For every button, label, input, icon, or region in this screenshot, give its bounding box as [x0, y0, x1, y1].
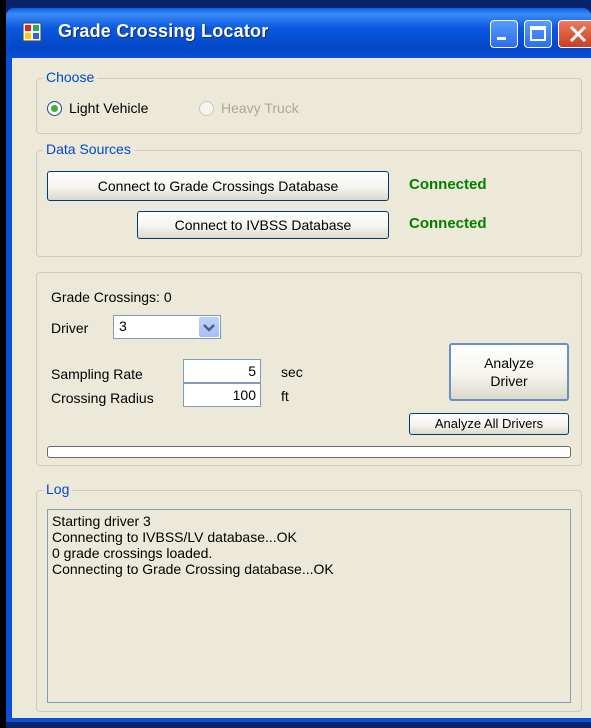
title-bar[interactable]: Grade Crossing Locator — [6, 8, 591, 58]
analyze-driver-line2: Driver — [490, 373, 528, 389]
log-line: Connecting to Grade Crossing database...… — [52, 561, 334, 577]
driver-label: Driver — [51, 320, 89, 336]
radio-light-vehicle[interactable]: Light Vehicle — [47, 99, 187, 119]
analysis-group: Grade Crossings: 0 Driver 3 Sampling Rat… — [36, 272, 582, 466]
dropdown-button[interactable] — [199, 317, 219, 337]
choose-group: Choose Light Vehicle Heavy Truck — [36, 69, 582, 134]
crossing-radius-input[interactable]: 100 — [183, 383, 261, 407]
maximize-icon — [530, 26, 546, 41]
connect-ivbss-button[interactable]: Connect to IVBSS Database — [137, 211, 389, 239]
connect-grade-crossings-button[interactable]: Connect to Grade Crossings Database — [47, 171, 389, 201]
driver-selected-value: 3 — [119, 318, 127, 334]
minimize-button[interactable] — [490, 20, 518, 48]
log-line: 0 grade crossings loaded. — [52, 545, 213, 561]
minimize-icon — [497, 37, 506, 40]
log-legend: Log — [43, 481, 73, 497]
driver-dropdown[interactable]: 3 — [113, 315, 221, 339]
analyze-driver-button[interactable]: Analyze Driver — [449, 343, 569, 401]
data-sources-legend: Data Sources — [43, 141, 134, 157]
sampling-rate-label: Sampling Rate — [51, 366, 143, 382]
radio-selected-icon — [47, 101, 62, 116]
log-textbox[interactable]: Starting driver 3 Connecting to IVBSS/LV… — [47, 509, 571, 703]
sampling-rate-input[interactable]: 5 — [183, 359, 261, 383]
sampling-rate-unit: sec — [281, 364, 303, 380]
window-border-bottom — [6, 718, 591, 722]
window-title: Grade Crossing Locator — [58, 21, 269, 41]
log-line: Starting driver 3 — [52, 513, 151, 529]
choose-legend: Choose — [43, 69, 98, 85]
grade-crossings-status: Connected — [409, 176, 487, 193]
analyze-all-drivers-button[interactable]: Analyze All Drivers — [409, 413, 569, 435]
app-icon — [22, 22, 42, 42]
maximize-button[interactable] — [524, 20, 552, 48]
log-line: Connecting to IVBSS/LV database...OK — [52, 529, 297, 545]
ivbss-status: Connected — [409, 215, 487, 232]
log-group: Log Starting driver 3 Connecting to IVBS… — [36, 481, 582, 712]
crossing-radius-label: Crossing Radius — [51, 390, 154, 406]
grade-crossings-count: Grade Crossings: 0 — [51, 289, 172, 305]
close-button[interactable] — [558, 20, 591, 48]
chevron-down-icon — [203, 324, 215, 332]
client-area: Choose Light Vehicle Heavy Truck Data So… — [12, 58, 591, 718]
radio-light-vehicle-label: Light Vehicle — [69, 100, 149, 116]
data-sources-group: Data Sources Connect to Grade Crossings … — [36, 141, 582, 257]
crossing-radius-unit: ft — [281, 388, 289, 404]
close-icon — [569, 25, 587, 43]
radio-heavy-truck-label: Heavy Truck — [221, 100, 299, 116]
analyze-driver-line1: Analyze — [484, 355, 534, 371]
radio-unselected-icon — [199, 101, 214, 116]
radio-heavy-truck[interactable]: Heavy Truck — [199, 99, 339, 119]
progress-bar — [47, 446, 571, 458]
